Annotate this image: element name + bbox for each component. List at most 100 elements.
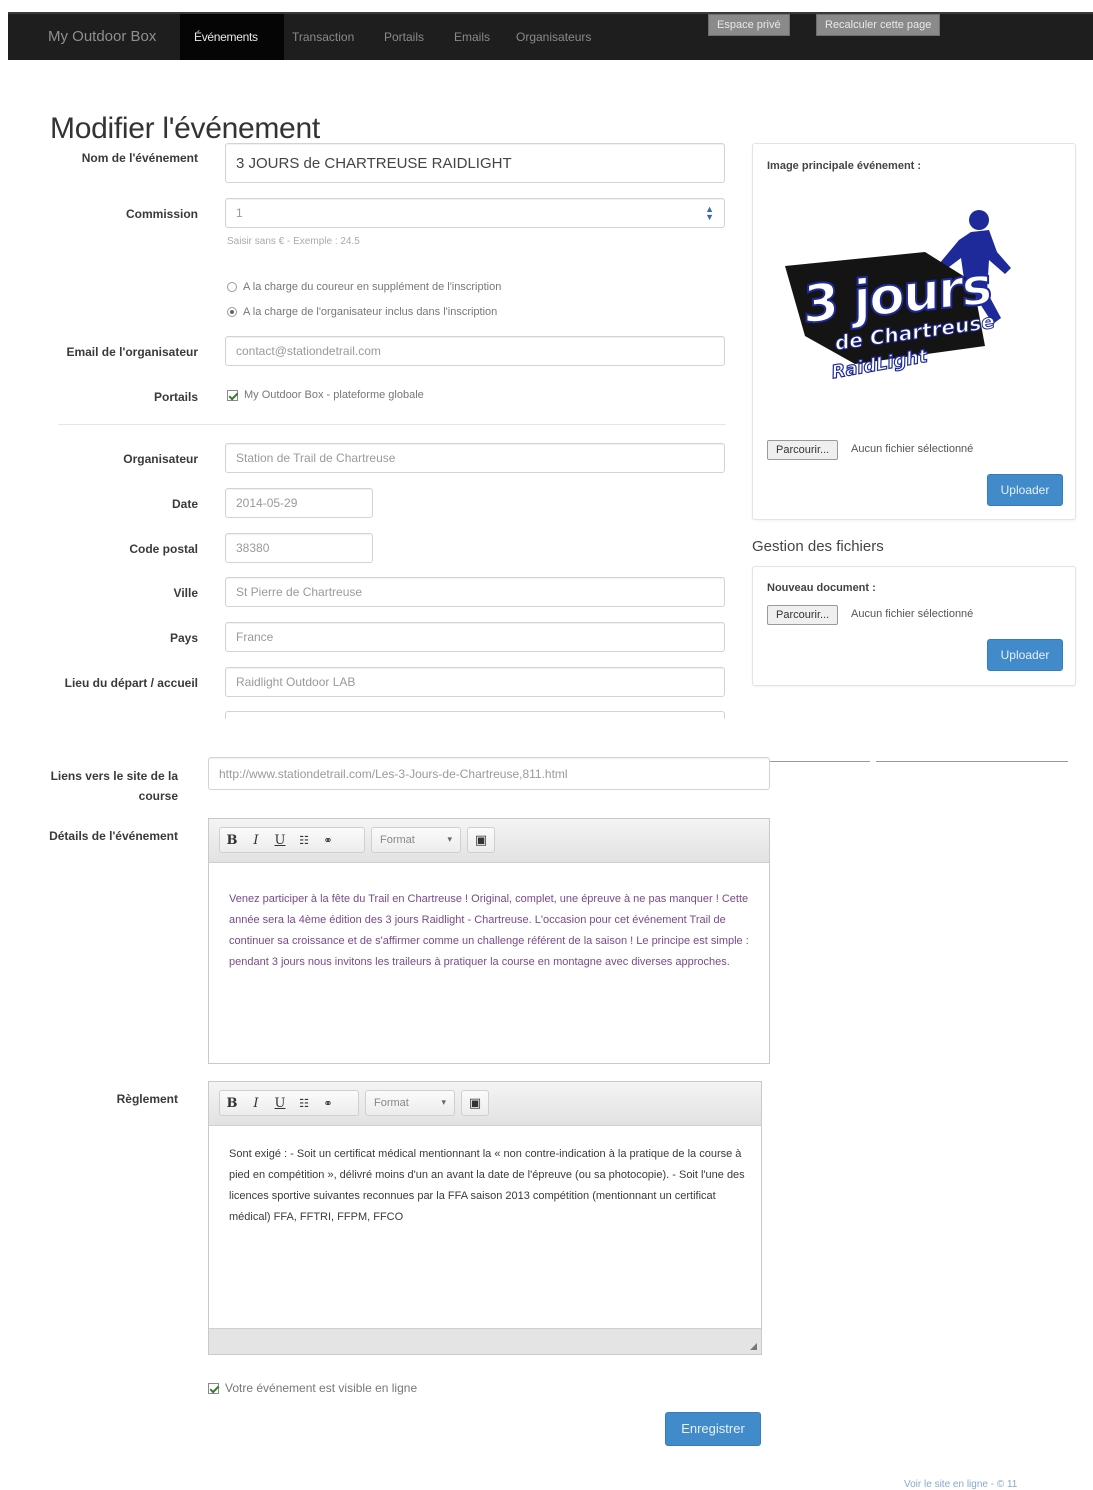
espace-prive-button[interactable]: Espace privé [708, 14, 790, 36]
resize-grip-icon[interactable] [750, 1343, 757, 1350]
radio-organisateur-label: A la charge de l'organisateur inclus dan… [243, 306, 498, 318]
bold-icon[interactable]: B [220, 1096, 244, 1111]
portails-label: Portails [153, 390, 198, 404]
cp-label: Code postal [129, 542, 198, 556]
pays-input[interactable]: France [225, 622, 725, 652]
details-editor[interactable]: B I U ☷ ⚭ Format ▣ Venez participer à la… [208, 818, 770, 1064]
italic-icon[interactable]: I [244, 1096, 268, 1111]
liens-label-line-2: course [138, 789, 178, 803]
cp-input-value: 38380 [236, 541, 270, 555]
date-input[interactable]: 2014-05-29 [225, 488, 373, 518]
details-label: Détails de l'événement [49, 829, 178, 843]
date-label: Date [171, 497, 198, 511]
page-title: Modifier l'événement [50, 112, 320, 146]
radio-coureur-row[interactable]: A la charge du coureur en supplément de … [227, 281, 501, 293]
files-no-file-text: Aucun fichier sélectionné [851, 608, 974, 620]
radio-organisateur[interactable] [227, 307, 237, 317]
details-media-button[interactable]: ▣ [467, 827, 495, 853]
organisateur-input[interactable]: Station de Trail de Chartreuse [225, 443, 725, 473]
commission-help: Saisir sans € - Exemple : 24.5 [227, 236, 360, 247]
details-toolbar: B I U ☷ ⚭ Format ▣ [209, 819, 769, 863]
tab-organisateurs[interactable]: Organisateurs [516, 30, 591, 44]
details-format-label: Format [372, 834, 458, 846]
details-format-buttons: B I U ☷ ⚭ [219, 827, 365, 853]
radio-coureur[interactable] [227, 282, 237, 292]
lieu-input[interactable]: Raidlight Outdoor LAB [225, 667, 725, 697]
portails-checkbox[interactable] [227, 389, 238, 401]
ville-label: Ville [173, 586, 198, 600]
files-section-title: Gestion des fichiers [752, 538, 884, 555]
tab-transaction[interactable]: Transaction [292, 30, 354, 44]
lieu-input-value: Raidlight Outdoor LAB [236, 675, 356, 689]
link-icon[interactable]: ⚭ [316, 1097, 340, 1110]
nom-input-value: 3 JOURS de CHARTREUSE RAIDLIGHT [236, 154, 512, 172]
liens-input-value: http://www.stationdetrail.com/Les-3-Jour… [219, 766, 568, 781]
recalculer-button[interactable]: Recalculer cette page [816, 14, 941, 36]
visible-checkbox[interactable] [208, 1382, 219, 1394]
ville-input[interactable]: St Pierre de Chartreuse [225, 577, 725, 607]
files-panel-label: Nouveau document : [767, 582, 876, 594]
form-divider [58, 424, 726, 425]
reglement-toolbar: B I U ☷ ⚭ Format ▣ [209, 1082, 761, 1126]
tab-evenements-label: Événements [194, 30, 258, 44]
image-upload-button[interactable]: Uploader [987, 474, 1063, 506]
email-input-value: contact@stationdetrail.com [236, 344, 381, 358]
reglement-text: Sont exigé : - Soit un certificat médica… [229, 1148, 745, 1223]
reglement-format-buttons: B I U ☷ ⚭ [219, 1090, 359, 1116]
reglement-media-button[interactable]: ▣ [461, 1090, 489, 1116]
list-icon[interactable]: ☷ [292, 834, 316, 847]
italic-icon[interactable]: I [244, 833, 268, 848]
commission-input[interactable]: 1 ▲ ▼ [225, 198, 725, 228]
tab-portails[interactable]: Portails [384, 30, 424, 44]
liens-label: Liens vers le site de la course [51, 766, 178, 806]
nom-input[interactable]: 3 JOURS de CHARTREUSE RAIDLIGHT [225, 143, 725, 183]
visible-row[interactable]: Votre événement est visible en ligne [208, 1381, 417, 1395]
email-label: Email de l'organisateur [66, 345, 198, 359]
files-browse-button[interactable]: Parcourir... [767, 605, 839, 625]
reglement-format-select[interactable]: Format [365, 1090, 455, 1116]
pays-input-value: France [236, 630, 274, 644]
bold-icon[interactable]: B [220, 833, 244, 848]
organisateur-input-value: Station de Trail de Chartreuse [236, 451, 396, 465]
files-panel: Nouveau document : Parcourir... Aucun fi… [752, 566, 1076, 686]
radio-coureur-label: A la charge du coureur en supplément de … [243, 281, 502, 293]
details-text: Venez participer à la fête du Trail en C… [229, 893, 749, 968]
details-format-select[interactable]: Format [371, 827, 461, 853]
spinner-icon[interactable]: ▲ ▼ [705, 205, 714, 222]
brand-link[interactable]: My Outdoor Box [48, 28, 156, 45]
email-input[interactable]: contact@stationdetrail.com [225, 336, 725, 366]
lieu-label: Lieu du départ / accueil [64, 676, 198, 690]
portails-option-label: My Outdoor Box - plateforme globale [244, 389, 424, 401]
pays-label: Pays [169, 631, 198, 645]
radio-organisateur-row[interactable]: A la charge de l'organisateur inclus dan… [227, 306, 497, 318]
underline-icon[interactable]: U [268, 1096, 292, 1111]
portails-option-row[interactable]: My Outdoor Box - plateforme globale [227, 389, 424, 401]
tab-emails[interactable]: Emails [454, 30, 490, 44]
reglement-editor[interactable]: B I U ☷ ⚭ Format ▣ Sont exigé : - Soit u… [208, 1081, 762, 1355]
files-upload-button[interactable]: Uploader [987, 639, 1063, 671]
media-icon: ▣ [468, 1095, 482, 1110]
seam-line-2 [876, 761, 1068, 762]
cp-input[interactable]: 38380 [225, 533, 373, 563]
media-icon: ▣ [474, 832, 488, 847]
top-navbar: My Outdoor Box Événements Transaction Po… [8, 12, 1093, 60]
liens-label-line-1: Liens vers le site de la [50, 769, 178, 783]
image-panel-label: Image principale événement : [767, 160, 922, 172]
list-icon[interactable]: ☷ [292, 1097, 316, 1110]
partial-input-edge [225, 711, 725, 719]
image-browse-button[interactable]: Parcourir... [767, 440, 839, 460]
underline-icon[interactable]: U [268, 833, 292, 848]
image-no-file-text: Aucun fichier sélectionné [851, 443, 974, 455]
tab-evenements[interactable]: Événements [180, 14, 284, 60]
commission-label: Commission [125, 207, 198, 221]
liens-input[interactable]: http://www.stationdetrail.com/Les-3-Jour… [208, 757, 770, 790]
visible-label: Votre événement est visible en ligne [225, 1381, 418, 1395]
event-logo: 3 jours de Chartreuse RaidLight [775, 206, 1065, 396]
reglement-statusbar [209, 1328, 761, 1354]
footer-link[interactable]: Voir le site en ligne - © 11 [904, 1479, 1017, 1490]
save-button[interactable]: Enregistrer [665, 1412, 761, 1446]
date-input-value: 2014-05-29 [236, 496, 298, 510]
organisateur-label: Organisateur [123, 452, 198, 466]
reglement-format-label: Format [366, 1097, 452, 1109]
link-icon[interactable]: ⚭ [316, 834, 340, 847]
